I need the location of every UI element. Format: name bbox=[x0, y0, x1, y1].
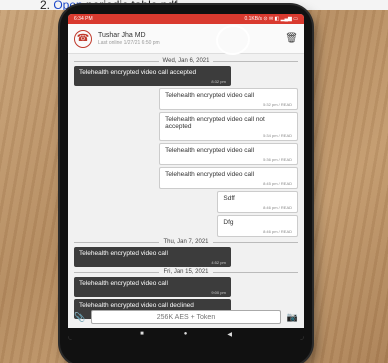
message-time: 8:46 pm / READ bbox=[263, 229, 292, 234]
date-separator: Wed, Jan 6, 2021 bbox=[74, 58, 298, 64]
message-text: Telehealth encrypted video call bbox=[79, 280, 168, 287]
contact-name: Tushar Jha MD bbox=[98, 31, 146, 39]
message-time: 8:32 pm bbox=[211, 79, 226, 84]
message-text: Telehealth encrypted video call bbox=[79, 250, 168, 257]
white-circle-annotation bbox=[214, 22, 252, 58]
message-text: Telehealth encrypted video call accepted bbox=[79, 69, 197, 76]
message-time: 5:34 pm / READ bbox=[263, 133, 292, 138]
message-bubble[interactable]: Sdff 8:46 pm / READ bbox=[217, 191, 298, 213]
message-text: Telehealth encrypted video call bbox=[165, 92, 255, 99]
message-text: Sdff bbox=[223, 195, 235, 202]
message-bubble[interactable]: Telehealth encrypted video call accepted… bbox=[74, 66, 231, 86]
paperclip-icon[interactable]: 📎 bbox=[74, 312, 85, 323]
phone-screen: 6:34 PM 0.1KB/s ⊙ ✉ ◧ ▂▄▆ ▭ ☎ Tushar Jha… bbox=[68, 14, 304, 340]
message-bubble[interactable]: Telehealth encrypted video call 8:45 pm … bbox=[159, 167, 298, 189]
message-bubble[interactable]: Telehealth encrypted video call 9:00 pm bbox=[74, 277, 231, 297]
date-separator: Thu, Jan 7, 2021 bbox=[74, 239, 298, 245]
trash-icon[interactable]: 🗑 bbox=[285, 33, 298, 44]
date-separator: Fri, Jan 15, 2021 bbox=[74, 269, 298, 275]
last-online: Last online 1/27/21 6:50 pm bbox=[98, 39, 160, 46]
message-bubble[interactable]: Telehealth encrypted video call 5:36 pm … bbox=[159, 143, 298, 165]
message-bubble[interactable]: Telehealth encrypted video call 5:32 pm … bbox=[159, 88, 298, 110]
recents-button[interactable]: ■ bbox=[140, 331, 144, 337]
camera-icon[interactable]: 📷 bbox=[287, 312, 298, 323]
home-button[interactable]: ● bbox=[184, 331, 188, 337]
status-time: 6:34 PM bbox=[74, 16, 93, 22]
phone-icon[interactable]: ☎ bbox=[74, 29, 92, 48]
message-time: 5:36 pm / READ bbox=[263, 157, 292, 162]
message-bubble[interactable]: Dfg 8:46 pm / READ bbox=[217, 215, 298, 237]
message-list[interactable]: Wed, Jan 6, 2021 Telehealth encrypted vi… bbox=[68, 54, 304, 323]
message-bubble[interactable]: Telehealth encrypted video call not acce… bbox=[159, 112, 298, 141]
message-text: Telehealth encrypted video call bbox=[165, 147, 255, 154]
back-button[interactable]: ◀ bbox=[227, 331, 232, 338]
chat-header: ☎ Tushar Jha MD Last online 1/27/21 6:50… bbox=[68, 22, 304, 58]
message-time: 5:32 pm / READ bbox=[263, 102, 292, 107]
message-input[interactable] bbox=[91, 310, 281, 324]
heading-prefix: 2. bbox=[40, 0, 54, 10]
message-time: 8:45 pm / READ bbox=[263, 181, 292, 186]
message-text: Telehealth encrypted video call bbox=[165, 171, 255, 178]
message-time: 9:00 pm bbox=[211, 290, 226, 295]
message-time: 8:46 pm / READ bbox=[263, 205, 292, 210]
status-bar: 6:34 PM 0.1KB/s ⊙ ✉ ◧ ▂▄▆ ▭ bbox=[68, 14, 304, 24]
chat-header-text: Tushar Jha MD Last online 1/27/21 6:50 p… bbox=[98, 32, 285, 46]
message-bubble[interactable]: Telehealth encrypted video call 4:52 pm bbox=[74, 247, 231, 267]
message-time: 4:52 pm bbox=[211, 260, 226, 265]
message-text: Dfg bbox=[223, 219, 234, 226]
message-text: Telehealth encrypted video call not acce… bbox=[165, 116, 265, 130]
status-indicators: 0.1KB/s ⊙ ✉ ◧ ▂▄▆ ▭ bbox=[244, 16, 298, 22]
android-nav-bar: ■ ● ◀ bbox=[68, 328, 304, 340]
composer-bar: 📎 📷 bbox=[68, 308, 304, 326]
